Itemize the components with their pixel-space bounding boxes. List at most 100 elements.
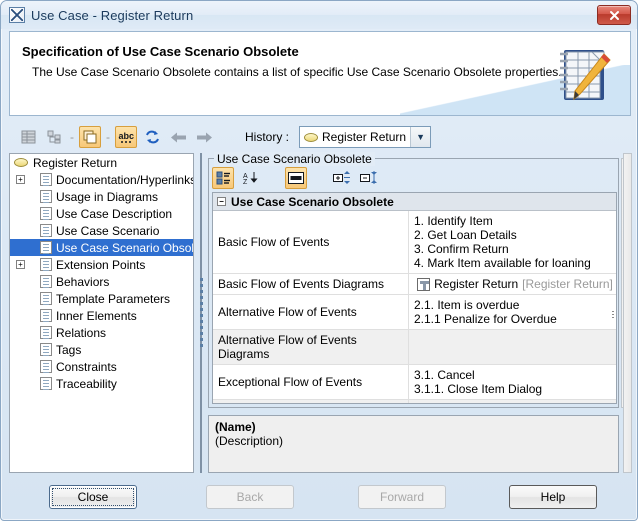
tree-item-label: Use Case Description	[56, 206, 173, 221]
tree-item-inner-elements[interactable]: Inner Elements	[10, 307, 193, 324]
properties-table[interactable]: − Use Case Scenario Obsolete Basic Flow …	[212, 192, 617, 404]
panel-splitter[interactable]	[195, 153, 207, 473]
tree-item-label: Documentation/Hyperlinks	[56, 172, 194, 187]
tree-item-label: Inner Elements	[56, 308, 137, 323]
tree-structure-icon[interactable]	[43, 126, 65, 148]
toolbar-separator-2: -	[106, 130, 110, 144]
property-value[interactable]	[409, 330, 616, 364]
page-title: Specification of Use Case Scenario Obsol…	[22, 44, 299, 59]
svg-text:Z: Z	[243, 179, 248, 185]
property-name: Exceptional Flow of Events Diagrams	[213, 400, 409, 403]
tree-item-tags[interactable]: Tags	[10, 341, 193, 358]
group-by-category-icon[interactable]	[212, 167, 234, 189]
tree-item-constraints[interactable]: Constraints	[10, 358, 193, 375]
tree-item-extension-points[interactable]: + Extension Points	[10, 256, 193, 273]
forward-arrow-icon[interactable]	[193, 126, 215, 148]
refresh-glyph	[145, 130, 159, 144]
tree-item-label: Behaviors	[56, 274, 110, 289]
property-value[interactable]: Register Return [Register Return]	[409, 274, 616, 294]
document-icon	[40, 207, 52, 220]
property-row[interactable]: Alternative Flow of Events Diagrams	[213, 330, 616, 365]
property-value[interactable]: 2.1. Item is overdue 2.1.1 Penalize for O…	[409, 295, 616, 329]
dialog-vertical-scrollbar[interactable]	[623, 153, 632, 473]
close-icon[interactable]	[597, 5, 631, 25]
expand-icon[interactable]: +	[14, 175, 27, 184]
property-value[interactable]: 3.1. Cancel 3.1.1. Close Item Dialog	[409, 365, 616, 399]
property-row[interactable]: Basic Flow of Events 1. Identify Item 2. G…	[213, 211, 616, 274]
property-row[interactable]: Alternative Flow of Events 2.1. Item is o…	[213, 295, 616, 330]
property-value[interactable]	[409, 400, 616, 403]
refresh-icon[interactable]	[141, 126, 163, 148]
tree-item-traceability[interactable]: Traceability	[10, 375, 193, 392]
tree-item-register-return[interactable]: Register Return	[10, 154, 193, 171]
properties-toolbar: A Z	[212, 165, 380, 191]
property-row[interactable]: Exceptional Flow of Events 3.1. Cancel 3.1…	[213, 365, 616, 400]
back-arrow-glyph	[170, 132, 186, 142]
app-diamond-icon	[9, 7, 25, 23]
collapse-group-icon[interactable]: −	[217, 197, 226, 206]
notepad-pencil-icon	[560, 50, 611, 101]
tree-item-documentation-hyperlinks[interactable]: + Documentation/Hyperlinks	[10, 171, 193, 188]
column-resize-grip[interactable]	[612, 311, 614, 319]
tree-item-use-case-description[interactable]: Use Case Description	[10, 205, 193, 222]
forward-button-label: Forward	[379, 490, 424, 504]
tree-item-label: Register Return	[33, 155, 118, 170]
copy-windows-glyph	[83, 130, 96, 144]
show-description-icon[interactable]	[285, 167, 307, 189]
oval-usecase-icon	[304, 132, 319, 142]
property-value-line: Register Return	[434, 277, 519, 291]
copy-windows-icon[interactable]	[79, 126, 101, 148]
chevron-down-icon[interactable]: ▼	[410, 127, 431, 147]
toolbar-separator: -	[70, 130, 74, 144]
collapse-all-icon[interactable]	[358, 167, 380, 189]
expand-icon[interactable]: +	[14, 260, 27, 269]
abc-spellcheck-glyph: abc	[118, 131, 134, 143]
help-button[interactable]: Help	[509, 485, 597, 509]
document-icon	[40, 275, 52, 288]
tree-item-template-parameters[interactable]: Template Parameters	[10, 290, 193, 307]
forward-arrow-glyph	[196, 132, 212, 142]
property-name: Alternative Flow of Events Diagrams	[213, 330, 409, 364]
tree-item-relations[interactable]: Relations	[10, 324, 193, 341]
property-row[interactable]: Basic Flow of Events Diagrams Register Re…	[213, 274, 616, 295]
tree-item-use-case-scenario-obsolete[interactable]: Use Case Scenario Obsolete	[10, 239, 193, 256]
history-selected-value: Register Return	[322, 130, 407, 144]
splitter-grip[interactable]	[199, 278, 203, 348]
header-banner: Specification of Use Case Scenario Obsol…	[9, 31, 631, 116]
sort-alphabetically-icon[interactable]: A Z	[239, 167, 261, 189]
history-combobox[interactable]: Register Return ▼	[299, 126, 432, 148]
expander-plus-icon[interactable]: +	[16, 260, 25, 269]
tree-item-label: Constraints	[56, 359, 117, 374]
property-value[interactable]: 1. Identify Item 2. Get Loan Details 3. Co…	[409, 211, 616, 273]
help-button-label: Help	[540, 490, 566, 504]
document-icon	[40, 292, 52, 305]
tree-item-behaviors[interactable]: Behaviors	[10, 273, 193, 290]
tree-item-use-case-scenario[interactable]: Use Case Scenario	[10, 222, 193, 239]
properties-table-icon[interactable]	[17, 126, 39, 148]
tree-item-label: Usage in Diagrams	[56, 189, 159, 204]
properties-table-header-label: Use Case Scenario Obsolete	[231, 194, 394, 209]
forward-button[interactable]: Forward	[358, 485, 446, 509]
document-icon	[40, 309, 52, 322]
abc-spellcheck-icon[interactable]: abc	[115, 126, 137, 148]
property-value-qualifier: [Register Return]	[522, 277, 613, 291]
property-row[interactable]: Exceptional Flow of Events Diagrams	[213, 400, 616, 403]
page-description: The Use Case Scenario Obsolete contains …	[32, 65, 562, 79]
back-arrow-icon[interactable]	[167, 126, 189, 148]
specification-tree[interactable]: Register Return + Documentation/Hyperlinks…	[9, 153, 194, 473]
svg-text:abc: abc	[118, 131, 134, 141]
back-button[interactable]: Back	[206, 485, 294, 509]
close-glyph	[609, 10, 619, 20]
tree-item-label: Extension Points	[56, 257, 146, 272]
close-button[interactable]: Close	[49, 485, 137, 509]
tree-item-usage-in-diagrams[interactable]: Usage in Diagrams	[10, 188, 193, 205]
tree-item-label: Use Case Scenario	[56, 223, 160, 238]
document-icon	[40, 241, 52, 254]
expander-plus-icon[interactable]: +	[16, 175, 25, 184]
back-button-label: Back	[236, 490, 264, 504]
description-name: (Name)	[215, 420, 256, 434]
window-title: Use Case - Register Return	[31, 7, 194, 23]
properties-table-header[interactable]: − Use Case Scenario Obsolete	[213, 193, 616, 211]
expand-all-icon[interactable]	[331, 167, 353, 189]
group-by-category-glyph	[216, 171, 230, 185]
